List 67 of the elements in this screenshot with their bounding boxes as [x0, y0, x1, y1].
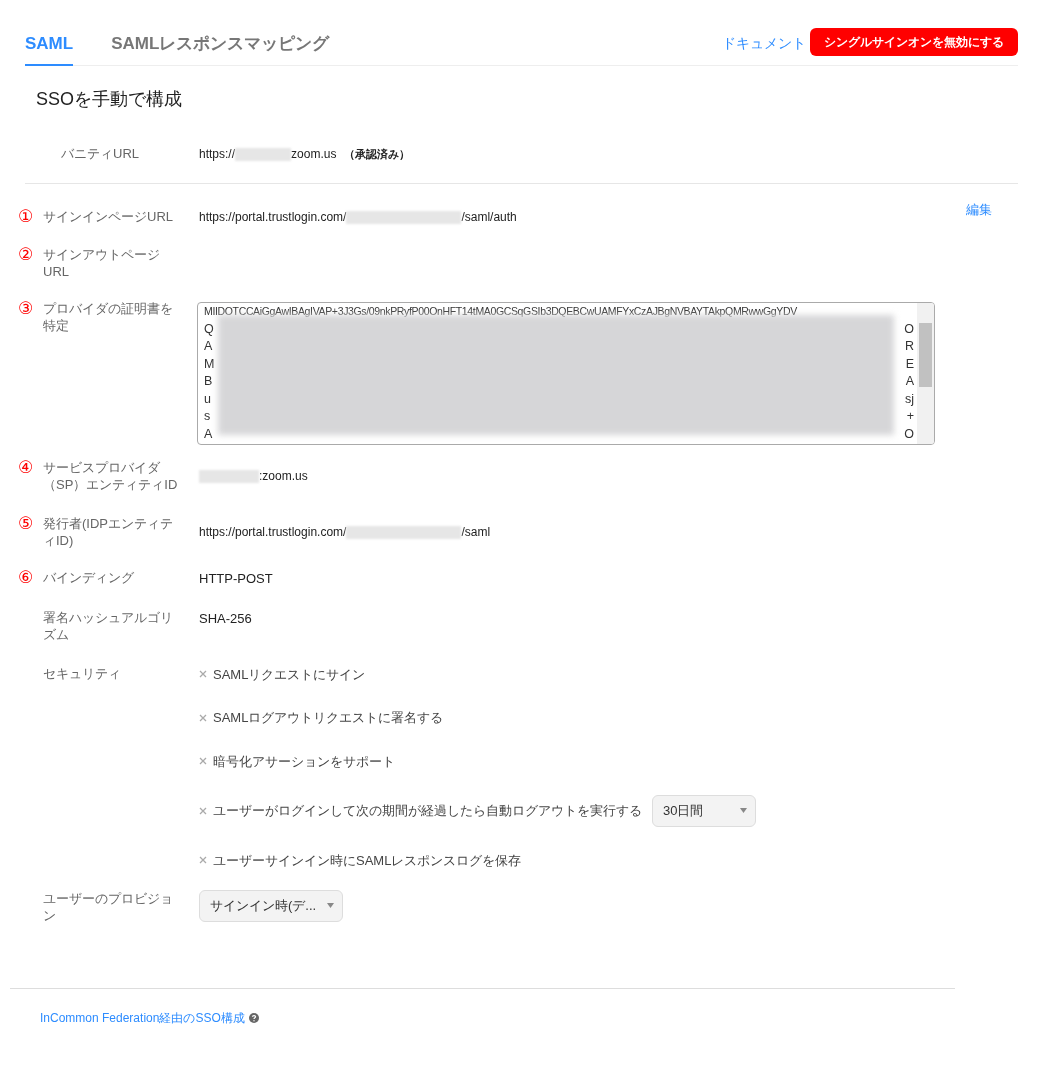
caret-icon: [327, 903, 334, 908]
certificate-fragment: A: [905, 373, 914, 390]
caret-icon: [740, 808, 747, 813]
certificate-fragment: E: [905, 355, 914, 373]
field-value: SHA-256: [199, 610, 252, 626]
certificate-fragment: A: [204, 338, 213, 355]
certificate-fragment: Q: [204, 320, 214, 338]
section-heading: SSOを手動で構成: [36, 88, 183, 111]
field-label: 署名ハッシュアルゴリズム: [43, 608, 174, 643]
certificate-fragment: O: [904, 425, 914, 443]
option-label: ユーザーがログインして次の期間が経過したら自動ログアウトを実行する: [213, 802, 642, 820]
incommon-link[interactable]: InCommon Federation経由のSSO構成: [40, 1009, 245, 1027]
dropdown-select[interactable]: 30日間: [652, 795, 756, 827]
field-label: 発行者(IDPエンティティID): [43, 515, 174, 549]
field-value: https://portal.trustlogin.com/: [199, 209, 347, 226]
field-value: HTTP-POST: [199, 571, 273, 586]
option-label: 暗号化アサーションをサポート: [213, 752, 395, 771]
option-label: SAMLログアウトリクエストに署名する: [213, 709, 444, 727]
certificate-line: MIIDOTCCAiGgAwIBAgIVAP+3J3Gs/09nkPRyfP00OnHFT14tMA0GCSqGSIb3DQEBCwUAMFYxCzAJBgNVBAYTAkpQMRwwGgYDV: [204, 304, 798, 319]
cross-icon[interactable]: [199, 670, 207, 679]
field-label: バニティURL: [61, 145, 140, 163]
cross-icon[interactable]: [199, 757, 207, 766]
cross-icon[interactable]: [199, 806, 207, 815]
field-value: :zoom.us: [259, 468, 308, 485]
field-label: サービスプロバイダ（SP）エンティティID: [43, 459, 178, 493]
option-label: ユーザーサインイン時にSAMLレスポンスログを保存: [213, 851, 522, 870]
certificate-textarea[interactable]: MIIDOTCCAiGgAwIBAgIVAP+3J3Gs/09nkPRyfP00OnHFT14tMA0GCSqGSIb3DQEBCwUAMFYxCzAJBgNVBAYTAkpQMRwwGgYDV Q O A R M E B A u sj s + A O: [197, 302, 935, 445]
option-label: SAMLリクエストにサイン: [213, 665, 366, 684]
redacted-block: [199, 469, 259, 483]
step-number: ⑥: [18, 569, 35, 589]
certificate-fragment: u: [204, 390, 211, 408]
scrollbar[interactable]: [917, 303, 934, 444]
field-label: バインディング: [43, 569, 135, 587]
approval-status: （承認済み）: [344, 146, 411, 162]
step-number: ④: [18, 459, 35, 479]
help-icon[interactable]: [248, 1013, 259, 1023]
certificate-fragment: R: [904, 338, 914, 355]
document-link[interactable]: ドキュメント: [722, 33, 806, 54]
edit-link[interactable]: 編集: [966, 200, 992, 220]
field-label: サインインページURL: [43, 208, 174, 226]
certificate-fragment: +: [906, 408, 914, 425]
field-value: /saml: [461, 524, 491, 541]
certificate-fragment: A: [204, 425, 213, 443]
step-number: ①: [18, 208, 35, 226]
field-value: zoom.us: [291, 146, 337, 163]
disable-sso-button[interactable]: シングルサインオンを無効にする: [810, 28, 1018, 56]
field-label: ユーザーのプロビジョン: [43, 890, 174, 924]
field-value: https://portal.trustlogin.com/: [199, 524, 347, 541]
dropdown-select[interactable]: サインイン時(デ...: [199, 890, 343, 922]
field-label: プロバイダの証明書を特定: [43, 300, 174, 335]
step-number: ③: [18, 300, 35, 320]
redacted-block: [235, 147, 292, 161]
field-label: サインアウトページURL: [43, 246, 161, 280]
certificate-fragment: sj: [904, 390, 914, 408]
tab[interactable]: SAMLレスポンスマッピング: [111, 0, 330, 66]
field-label: セキュリティ: [43, 664, 122, 683]
certificate-fragment: M: [204, 355, 215, 373]
certificate-fragment: O: [904, 320, 914, 338]
field-value: https://: [199, 146, 236, 163]
field-value: /saml/auth: [461, 209, 517, 226]
step-number: ⑤: [18, 515, 35, 535]
certificate-fragment: s: [204, 408, 211, 425]
tab[interactable]: SAML: [25, 0, 74, 66]
cross-icon[interactable]: [199, 713, 207, 722]
certificate-fragment: B: [204, 373, 213, 390]
cross-icon[interactable]: [199, 856, 207, 865]
step-number: ②: [18, 246, 35, 266]
